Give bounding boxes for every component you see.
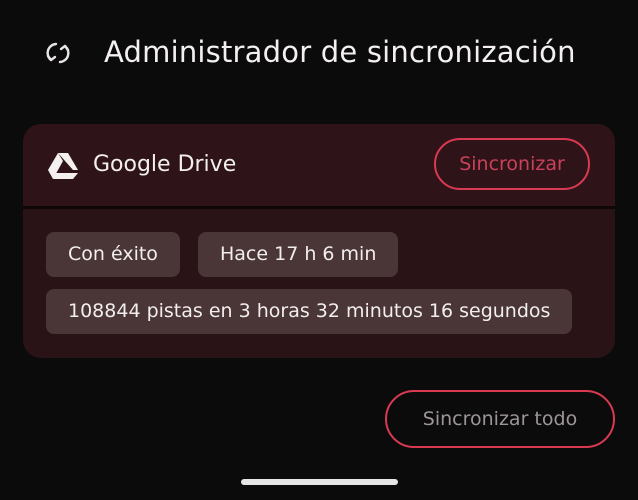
home-indicator[interactable] [241, 479, 398, 485]
status-badge: Con éxito [46, 232, 180, 277]
sync-service-card: Google Drive Sincronizar Con éxito Hace … [23, 124, 615, 358]
divider [23, 206, 615, 209]
last-sync-badge: Hace 17 h 6 min [198, 232, 399, 277]
page-title: Administrador de sincronización [104, 35, 576, 69]
google-drive-icon [48, 153, 78, 179]
service-name: Google Drive [93, 152, 237, 177]
sync-details-badge: 108844 pistas en 3 horas 32 minutos 16 s… [46, 289, 573, 334]
service-header: Google Drive Sincronizar [23, 124, 615, 206]
sync-icon[interactable] [45, 40, 71, 66]
sync-button[interactable]: Sincronizar [434, 138, 590, 190]
app-header: Administrador de sincronización [0, 0, 638, 108]
sync-all-button[interactable]: Sincronizar todo [385, 390, 615, 448]
